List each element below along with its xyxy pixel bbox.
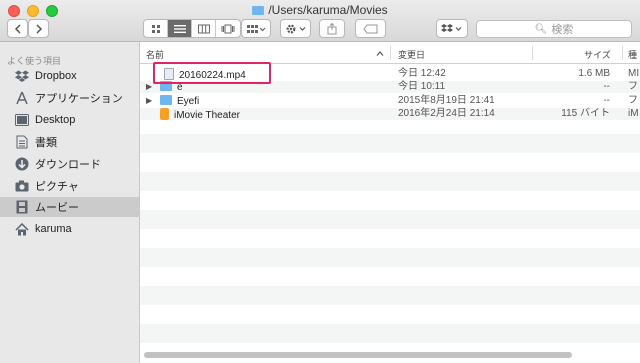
search-icon: 🔍︎ (534, 23, 548, 35)
desktop-icon (14, 112, 30, 128)
action-button[interactable] (280, 19, 311, 38)
file-kind: iM (628, 108, 639, 119)
folder-icon (160, 95, 172, 105)
sidebar: よく使う項目 Dropbox アプリケーション Desktop 書類 ダウンロー… (0, 42, 140, 363)
size-column-header[interactable]: サイズ (584, 48, 611, 61)
grid-icon (151, 24, 160, 33)
column-view-button[interactable] (192, 20, 216, 37)
window-title-text: /Users/karuma/Movies (268, 3, 388, 17)
file-name: iMovie Theater (174, 110, 240, 121)
documents-icon (14, 134, 30, 150)
file-size: 115 バイト (561, 108, 610, 119)
highlight-annotation (153, 62, 271, 84)
file-list: 名前 変更日 サイズ 種 20160224.mp4 今日 12:42 1.6 M… (140, 42, 640, 363)
file-size: -- (603, 81, 610, 92)
sidebar-item-label: アプリケーション (35, 93, 123, 105)
empty-row (140, 172, 640, 191)
chevron-left-icon (14, 23, 21, 34)
sidebar-item-documents[interactable]: 書類 (0, 132, 139, 152)
table-row[interactable]: ▶ Eyefi 2015年8月19日 21:41 -- フ (140, 95, 640, 107)
horizontal-scrollbar[interactable] (144, 352, 572, 358)
sidebar-item-desktop[interactable]: Desktop (0, 110, 139, 130)
sort-ascending-icon (376, 51, 384, 56)
arrange-icon (247, 24, 266, 33)
sidebar-item-pictures[interactable]: ピクチャ (0, 176, 139, 196)
tag-icon (362, 24, 377, 33)
sidebar-item-movies[interactable]: ムービー (0, 197, 139, 217)
file-size: -- (603, 95, 610, 106)
dropbox-toolbar-button[interactable] (436, 19, 468, 38)
sidebar-item-dropbox[interactable]: Dropbox (0, 66, 139, 86)
imovie-icon (160, 108, 169, 120)
list-view-button[interactable] (168, 20, 192, 37)
modified-column-header[interactable]: 変更日 (398, 48, 425, 61)
search-placeholder: 検索 (551, 24, 574, 36)
file-modified: 今日 12:42 (398, 68, 446, 79)
empty-row (140, 210, 640, 229)
kind-column-header[interactable]: 種 (628, 48, 637, 61)
list-icon (173, 24, 186, 33)
file-modified: 今日 10:11 (398, 81, 446, 92)
cover-flow-icon (221, 24, 235, 33)
film-icon (14, 199, 30, 215)
home-icon (14, 221, 30, 237)
dropbox-icon (441, 23, 462, 32)
applications-icon (14, 90, 30, 106)
columns-icon (197, 24, 210, 33)
view-mode-segmented (143, 19, 241, 38)
share-icon (327, 22, 337, 34)
folder-icon (252, 6, 265, 15)
download-icon (14, 156, 30, 172)
file-modified: 2015年8月19日 21:41 (398, 95, 495, 106)
column-header: 名前 変更日 サイズ 種 (140, 42, 640, 64)
sidebar-item-label: Desktop (35, 114, 76, 126)
sidebar-item-home[interactable]: karuma (0, 219, 139, 239)
forward-button[interactable] (28, 19, 49, 38)
name-column-header[interactable]: 名前 (146, 48, 164, 61)
disclosure-triangle-icon[interactable]: ▶ (146, 95, 152, 107)
empty-row (140, 286, 640, 305)
sidebar-item-label: ムービー (35, 202, 79, 214)
file-size: 1.6 MB (578, 68, 610, 79)
toolbar: /Users/karuma/Movies 🔍︎ 検索 (0, 0, 640, 42)
file-kind: MI (628, 68, 640, 79)
sidebar-item-applications[interactable]: アプリケーション (0, 88, 139, 108)
gear-icon (286, 24, 305, 33)
sidebar-item-label: ダウンロード (35, 159, 101, 171)
sidebar-item-label: Dropbox (35, 70, 77, 82)
icon-view-button[interactable] (144, 20, 168, 37)
file-modified: 2016年2月24日 21:14 (398, 108, 495, 119)
back-button[interactable] (7, 19, 28, 38)
arrange-button[interactable] (241, 19, 271, 38)
tags-button[interactable] (355, 19, 386, 38)
empty-row (140, 248, 640, 267)
empty-row (140, 324, 640, 343)
camera-icon (14, 178, 30, 194)
window-title: /Users/karuma/Movies (0, 3, 640, 17)
chevron-right-icon (35, 23, 42, 34)
file-name: Eyefi (177, 96, 200, 107)
empty-row (140, 134, 640, 153)
cover-flow-view-button[interactable] (216, 20, 240, 37)
file-kind: フ (628, 81, 638, 92)
file-kind: フ (628, 95, 638, 106)
share-button[interactable] (319, 19, 345, 38)
table-row[interactable]: iMovie Theater 2016年2月24日 21:14 115 バイト … (140, 108, 640, 121)
search-field[interactable]: 🔍︎ 検索 (476, 20, 632, 38)
sidebar-item-downloads[interactable]: ダウンロード (0, 154, 139, 174)
sidebar-item-label: 書類 (35, 137, 57, 149)
disclosure-triangle-icon[interactable]: ▶ (146, 81, 152, 93)
sidebar-item-label: ピクチャ (35, 181, 79, 193)
sidebar-item-label: karuma (35, 223, 72, 235)
empty-row (140, 121, 640, 133)
dropbox-icon (14, 68, 30, 84)
